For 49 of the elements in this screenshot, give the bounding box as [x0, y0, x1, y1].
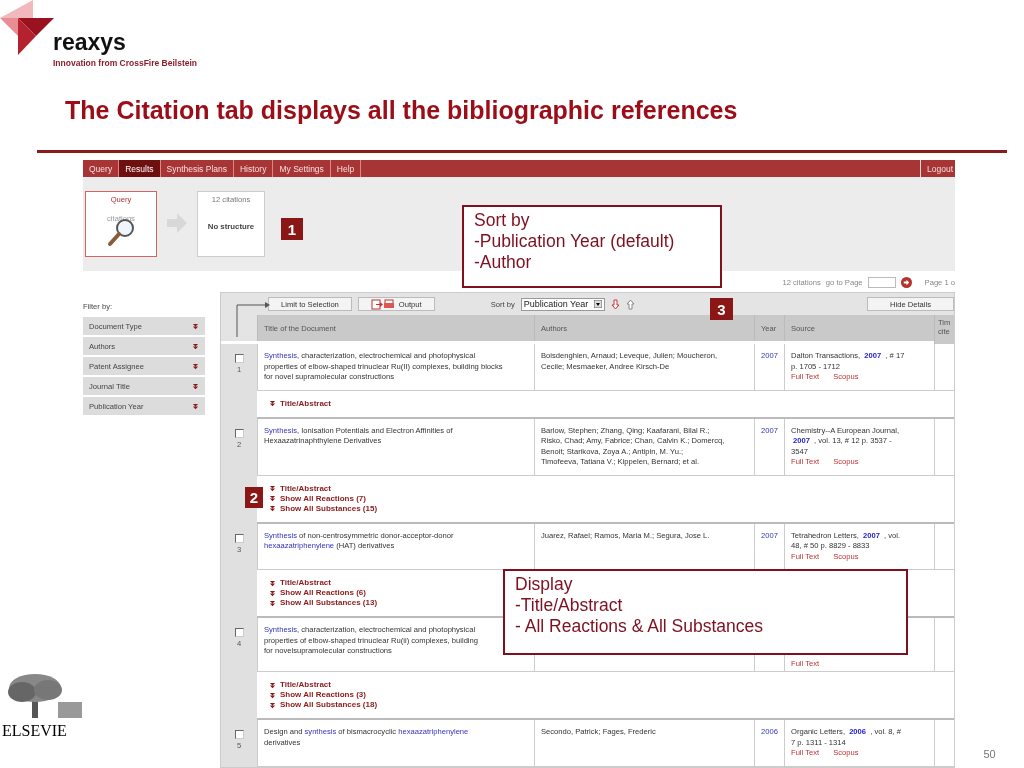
expand-link[interactable]: Title/Abstract — [280, 484, 331, 494]
caret-icon — [593, 300, 602, 309]
step-badge: 3 — [710, 298, 733, 320]
export-print-icon — [370, 299, 395, 310]
expand-icon — [269, 505, 276, 513]
expand-link[interactable]: Show All Substances (15) — [280, 504, 378, 514]
expand-link[interactable]: Show All Reactions (7) — [280, 494, 366, 504]
expand-link[interactable]: Title/Abstract — [280, 680, 331, 691]
page-field[interactable] — [867, 277, 896, 289]
expand-link[interactable]: Show All Reactions (6) — [280, 588, 366, 599]
expand-icon — [269, 590, 276, 597]
slide-title: The Citation tab displays all the bibliographic references — [65, 95, 739, 125]
step-badge: 1 — [281, 218, 303, 240]
sort-descending-icon[interactable] — [610, 299, 620, 310]
expand-icon — [269, 400, 276, 408]
row-checkbox[interactable] — [234, 628, 244, 638]
row-checkbox[interactable] — [234, 429, 244, 438]
expand-icon — [269, 600, 276, 607]
expand-icon — [269, 702, 276, 709]
expand-icon — [269, 682, 276, 689]
callout-text: Sort by -Publication Year (default) -Author — [462, 205, 722, 288]
expand-icon — [192, 323, 199, 330]
expand-icon — [192, 383, 199, 390]
page-number: 50 — [983, 748, 996, 760]
go-icon[interactable] — [900, 277, 912, 289]
sort-ascending-icon[interactable] — [625, 299, 635, 310]
nav-tab[interactable]: Results — [119, 160, 161, 178]
expand-icon — [192, 403, 199, 410]
brand-tagline: Innovation from CrossFire Beilstein — [53, 58, 198, 68]
row-checkbox[interactable] — [234, 730, 244, 740]
callout-text: Display -Title/Abstract - All Reactions & All Substances — [503, 569, 908, 655]
expand-icon — [269, 692, 276, 699]
expand-icon — [192, 363, 199, 370]
row-checkbox[interactable] — [234, 354, 244, 364]
expand-link[interactable]: Title/Abstract — [280, 399, 331, 409]
step-badge: 2 — [245, 487, 263, 508]
expand-link[interactable]: Title/Abstract — [280, 578, 331, 589]
expand-icon — [269, 485, 276, 493]
expand-icon — [269, 580, 276, 587]
search-icon — [106, 217, 136, 248]
brand-name: reaxys — [53, 30, 127, 54]
expand-icon — [192, 343, 199, 350]
row-checkbox[interactable] — [234, 534, 244, 543]
expand-link[interactable]: Show All Reactions (3) — [280, 690, 366, 701]
expand-link[interactable]: Show All Substances (18) — [280, 700, 378, 711]
expand-link[interactable]: Show All Substances (13) — [280, 598, 378, 609]
expand-icon — [269, 495, 276, 503]
sort-select[interactable]: Publication Year — [520, 298, 605, 311]
publisher-name: ELSEVIE — [2, 722, 68, 740]
